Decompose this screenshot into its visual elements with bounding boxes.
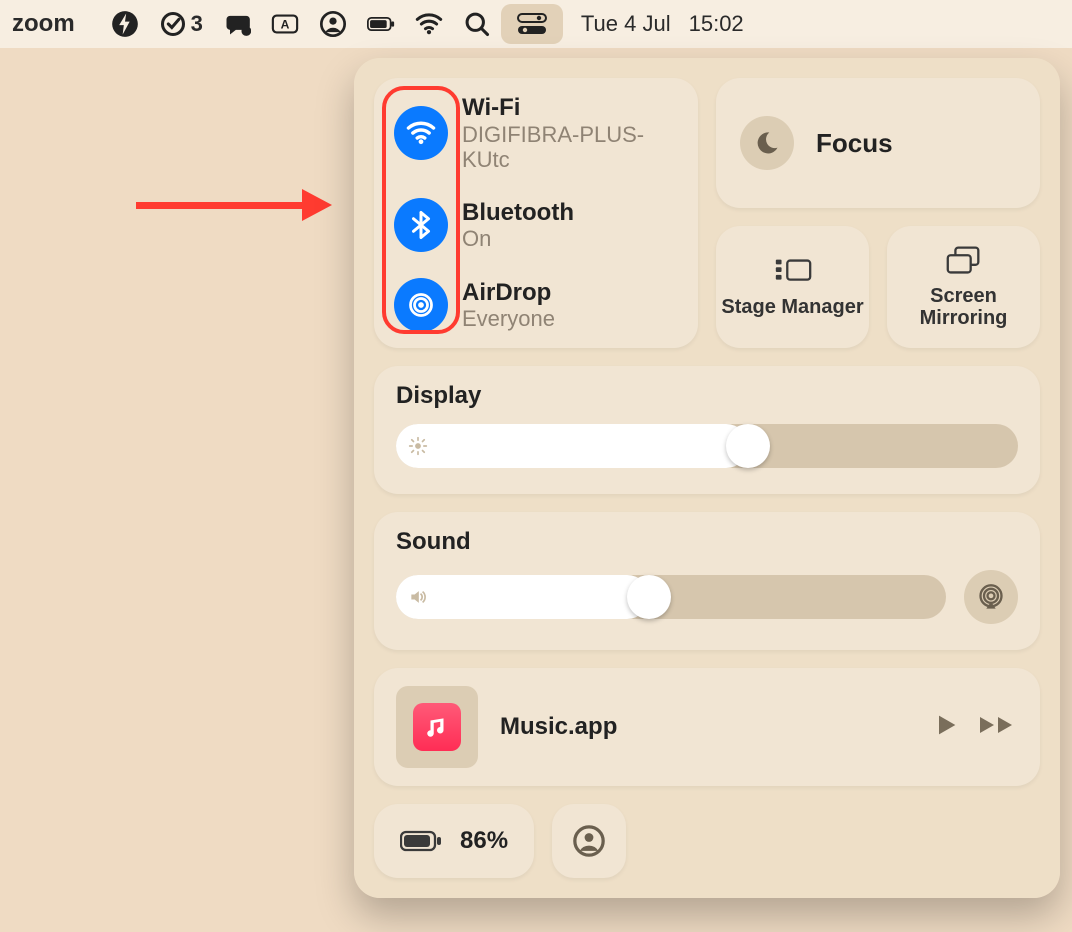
bluetooth-title: Bluetooth <box>462 199 574 227</box>
display-brightness-slider[interactable] <box>396 424 1018 468</box>
stage-manager-icon <box>772 256 814 288</box>
screen-mirroring-icon <box>943 245 985 277</box>
bluetooth-toggle[interactable]: Bluetooth On <box>394 198 678 252</box>
screen-mirroring-button[interactable]: Screen Mirroring <box>887 226 1040 348</box>
input-source-icon[interactable]: A <box>261 0 309 48</box>
wifi-network-name: DIGIFIBRA-PLUS-KUtc <box>462 122 678 173</box>
battery-menubar-icon[interactable] <box>357 0 405 48</box>
battery-icon <box>400 829 442 853</box>
menubar: zoom 3 A Tue 4 Jul 15:02 <box>0 0 1072 48</box>
annotation-arrow <box>136 202 306 209</box>
svg-text:A: A <box>281 18 290 32</box>
stage-manager-button[interactable]: Stage Manager <box>716 226 869 348</box>
stage-manager-label: Stage Manager <box>721 296 863 318</box>
wifi-title: Wi-Fi <box>462 94 678 122</box>
moon-icon <box>740 116 794 170</box>
wifi-icon <box>394 106 448 160</box>
focus-label: Focus <box>816 128 893 159</box>
battery-card[interactable]: 86% <box>374 804 534 878</box>
speaker-icon <box>408 587 428 607</box>
user-switcher-button[interactable] <box>552 804 626 878</box>
bolt-icon[interactable] <box>101 0 149 48</box>
bluetooth-icon <box>394 198 448 252</box>
user-icon <box>572 824 606 858</box>
menubar-time[interactable]: 15:02 <box>689 11 744 37</box>
music-artwork <box>396 686 478 768</box>
todo-count: 3 <box>191 11 203 37</box>
screen-mirroring-label: Screen Mirroring <box>887 285 1040 329</box>
wifi-menubar-icon[interactable] <box>405 0 453 48</box>
spotlight-icon[interactable] <box>453 0 501 48</box>
wifi-toggle[interactable]: Wi-Fi DIGIFIBRA-PLUS-KUtc <box>394 94 678 172</box>
connectivity-card: Wi-Fi DIGIFIBRA-PLUS-KUtc Bluetooth On <box>374 78 698 348</box>
display-card: Display <box>374 366 1040 494</box>
sound-card: Sound <box>374 512 1040 650</box>
forward-button[interactable] <box>978 712 1018 743</box>
music-app-label: Music.app <box>500 713 910 741</box>
battery-percent: 86% <box>460 827 508 855</box>
app-name[interactable]: zoom <box>12 10 75 38</box>
display-title: Display <box>396 382 1018 410</box>
sound-title: Sound <box>396 528 1018 556</box>
music-app-icon <box>413 703 461 751</box>
control-center-icon[interactable] <box>501 4 563 44</box>
airdrop-title: AirDrop <box>462 279 555 307</box>
airplay-icon <box>977 583 1005 611</box>
control-center-panel: Wi-Fi DIGIFIBRA-PLUS-KUtc Bluetooth On <box>354 58 1060 898</box>
airdrop-toggle[interactable]: AirDrop Everyone <box>394 278 678 332</box>
todo-menubar-item[interactable]: 3 <box>149 0 213 48</box>
play-button[interactable] <box>932 711 960 744</box>
focus-button[interactable]: Focus <box>716 78 1040 208</box>
brightness-low-icon <box>408 436 428 456</box>
chat-icon[interactable] <box>213 0 261 48</box>
airdrop-status: Everyone <box>462 306 555 331</box>
now-playing-card[interactable]: Music.app <box>374 668 1040 786</box>
sound-volume-slider[interactable] <box>396 575 946 619</box>
airplay-audio-button[interactable] <box>964 570 1018 624</box>
user-icon[interactable] <box>309 0 357 48</box>
airdrop-icon <box>394 278 448 332</box>
bluetooth-status: On <box>462 226 574 251</box>
menubar-date[interactable]: Tue 4 Jul <box>581 11 671 37</box>
